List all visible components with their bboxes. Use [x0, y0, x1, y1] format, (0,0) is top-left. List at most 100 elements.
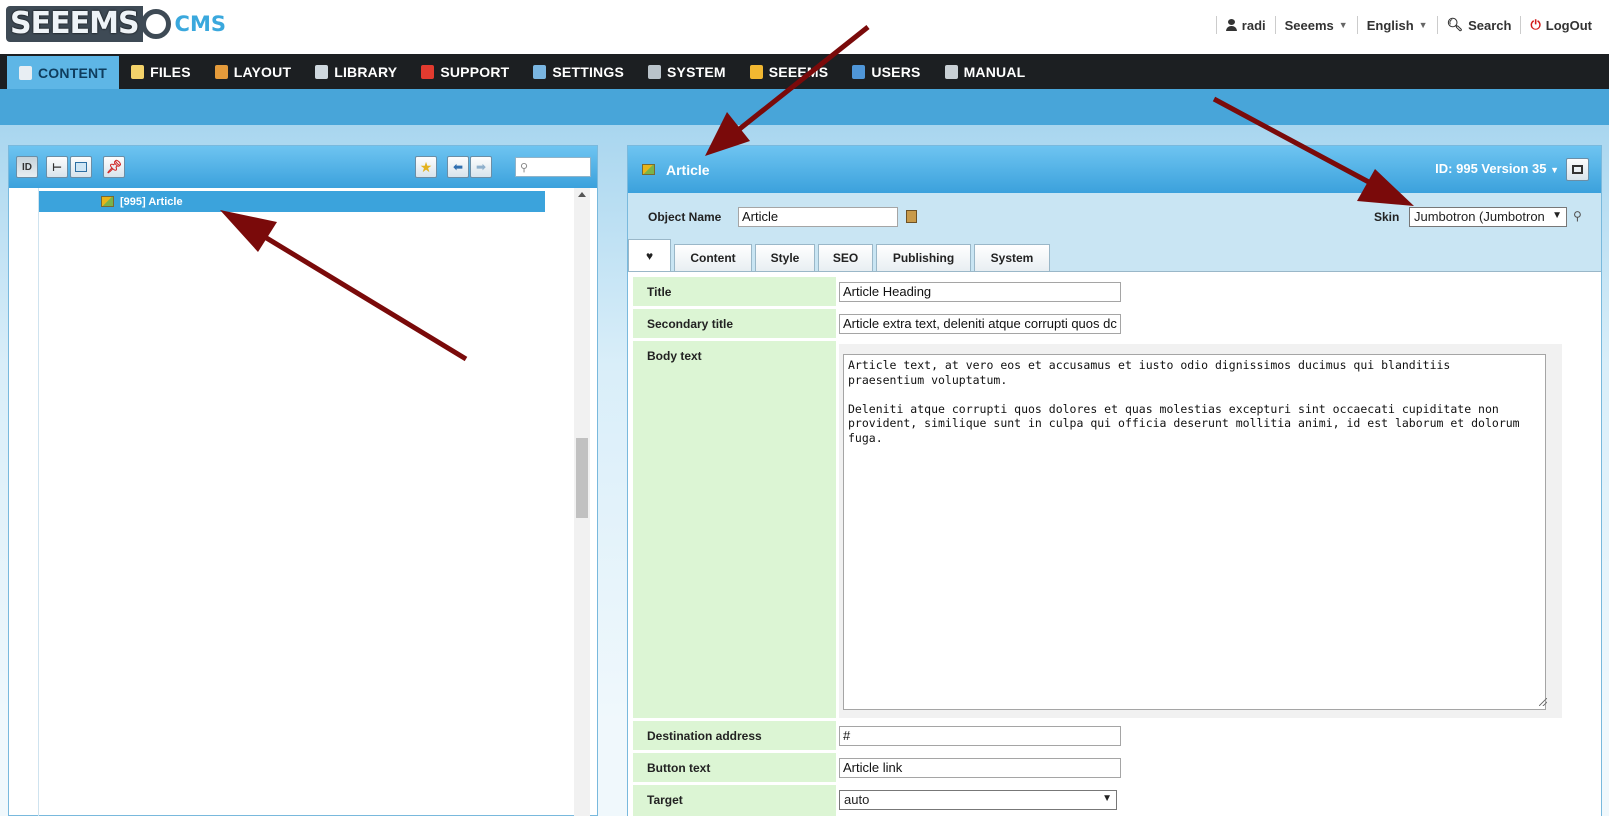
- pin-button[interactable]: 📌︎: [103, 156, 125, 178]
- show-id-button[interactable]: ID: [16, 156, 38, 178]
- heart-icon: ♥: [645, 249, 654, 263]
- body-text-label: Body text: [633, 341, 836, 718]
- seeems-logo[interactable]: SEEEMS CMS: [6, 6, 226, 42]
- nav-label: USERS: [871, 63, 921, 80]
- nav-settings[interactable]: SETTINGS: [521, 54, 636, 89]
- forward-button[interactable]: ➡: [470, 156, 492, 178]
- content-tree: [995] Article: [9, 188, 597, 816]
- language-dropdown[interactable]: English ▼: [1356, 16, 1437, 34]
- skin-select[interactable]: Jumbotron (Jumbotron ▼: [1409, 207, 1567, 227]
- users-icon: [852, 64, 866, 79]
- files-icon: [131, 64, 145, 79]
- version-label: ID: 995 Version 35: [1435, 161, 1547, 176]
- tab-publishing[interactable]: Publishing: [876, 244, 971, 271]
- tab-favorites[interactable]: ♥: [628, 239, 671, 272]
- tree-scrollbar[interactable]: [574, 188, 590, 816]
- tree-view-button[interactable]: ⊢: [46, 156, 68, 178]
- user-name: radi: [1241, 17, 1266, 33]
- select-arrow-icon: ▼: [1102, 793, 1112, 804]
- nav-system[interactable]: SYSTEM: [636, 54, 738, 89]
- tab-content[interactable]: Content: [674, 244, 752, 271]
- search-icon: 🔍︎: [1446, 17, 1464, 32]
- content-icon: [19, 65, 32, 80]
- nav-files[interactable]: FILES: [119, 54, 203, 89]
- site-dropdown[interactable]: Seeems ▼: [1274, 16, 1357, 34]
- tree-gutter: [9, 188, 39, 816]
- caret-down-icon: ▼: [1550, 165, 1559, 175]
- title-label: Title: [633, 277, 836, 306]
- target-label: Target: [633, 785, 836, 816]
- target-select[interactable]: auto ▼: [839, 790, 1117, 810]
- nav-label: SUPPORT: [440, 63, 510, 80]
- nav-library[interactable]: LIBRARY: [303, 54, 409, 89]
- body-text-area[interactable]: Article text, at vero eos et accusamus e…: [843, 354, 1546, 710]
- tree-search-input[interactable]: ⚲: [515, 157, 591, 177]
- nav-manual[interactable]: MANUAL: [933, 54, 1038, 89]
- nav-users[interactable]: USERS: [840, 54, 932, 89]
- clipboard-icon[interactable]: [906, 210, 917, 223]
- select-arrow-icon: ▼: [1552, 210, 1562, 221]
- panel-layout-icon: [75, 162, 87, 172]
- language-name: English: [1366, 17, 1414, 33]
- secondary-title-label: Secondary title: [633, 309, 836, 338]
- site-name: Seeems: [1284, 17, 1334, 33]
- secondary-title-input[interactable]: Article extra text, deleniti atque corru…: [839, 314, 1121, 334]
- user-icon: [1225, 19, 1237, 31]
- nav-layout[interactable]: LAYOUT: [203, 54, 303, 89]
- back-button[interactable]: ⬅: [447, 156, 469, 178]
- manual-icon: [944, 64, 958, 79]
- editor-content: Title Article Heading Secondary title Ar…: [628, 271, 1601, 816]
- object-name-label: Object Name: [648, 210, 722, 224]
- nav-label: MANUAL: [963, 63, 1026, 80]
- nav-content[interactable]: CONTENT: [7, 56, 120, 89]
- resize-grip-icon[interactable]: [1539, 698, 1547, 706]
- tree-structure-icon: ⊢: [51, 161, 63, 174]
- title-input[interactable]: Article Heading: [839, 282, 1121, 302]
- tab-system[interactable]: System: [974, 244, 1050, 271]
- tab-style[interactable]: Style: [755, 244, 815, 271]
- maximize-button[interactable]: [1566, 158, 1589, 181]
- scroll-up-arrow-icon[interactable]: [578, 192, 586, 197]
- caret-down-icon: ▼: [1418, 20, 1428, 30]
- power-icon: ⏻: [1530, 17, 1541, 32]
- support-icon: [421, 64, 435, 79]
- tree-panel: ID ⊢ 📌︎ ★ ⬅ ➡ ⚲ [995] Article: [8, 145, 598, 816]
- search-link[interactable]: 🔍︎ Search: [1436, 16, 1521, 34]
- star-icon: [749, 64, 763, 79]
- nav-label: CONTENT: [38, 64, 108, 81]
- arrow-left-icon: ⬅: [452, 160, 464, 174]
- nav-label: SYSTEM: [667, 63, 726, 80]
- user-menu[interactable]: radi: [1215, 16, 1275, 34]
- destination-address-input[interactable]: #: [839, 726, 1121, 746]
- tree-item-selected[interactable]: [995] Article: [39, 191, 545, 212]
- object-name-input[interactable]: Article: [738, 207, 898, 227]
- version-dropdown[interactable]: ID: 995 Version 35 ▼: [1435, 161, 1559, 176]
- add-favorite-button[interactable]: ★: [415, 156, 437, 178]
- tree-toolbar: ID ⊢ 📌︎ ★ ⬅ ➡ ⚲: [9, 146, 597, 188]
- logo-o-icon: [140, 9, 171, 39]
- search-icon: ⚲: [520, 161, 529, 174]
- button-text-input[interactable]: Article link: [839, 758, 1121, 778]
- editor-panel: Article ID: 995 Version 35 ▼ Object Name…: [627, 145, 1602, 816]
- nav-support[interactable]: SUPPORT: [409, 54, 521, 89]
- tab-seo[interactable]: SEO: [818, 244, 873, 271]
- nav-label: LIBRARY: [334, 63, 398, 80]
- panel-view-button[interactable]: [70, 156, 92, 178]
- arrow-right-icon: ➡: [475, 160, 487, 174]
- logout-link[interactable]: ⏻ LogOut: [1520, 16, 1601, 34]
- system-icon: [648, 64, 661, 79]
- preview-icon[interactable]: ⚲: [1573, 209, 1582, 223]
- nav-seeems[interactable]: SEEEMS: [738, 54, 841, 89]
- top-bar: SEEEMS CMS radi Seeems ▼ English ▼ 🔍︎ Se…: [0, 0, 1609, 54]
- settings-icon: [533, 64, 547, 79]
- pin-icon: 📌︎: [105, 159, 123, 174]
- logo-wordmark: SEEEMS: [6, 6, 143, 42]
- caret-down-icon: ▼: [1338, 20, 1348, 30]
- target-value: auto: [844, 792, 870, 807]
- object-row: Object Name Article Skin Jumbotron (Jumb…: [628, 193, 1601, 239]
- scroll-thumb[interactable]: [576, 438, 588, 518]
- editor-tabs: ♥ Content Style SEO Publishing System: [628, 239, 1601, 272]
- window-icon: [1572, 165, 1583, 174]
- sub-nav-bar: [0, 89, 1609, 125]
- library-icon: [315, 64, 329, 79]
